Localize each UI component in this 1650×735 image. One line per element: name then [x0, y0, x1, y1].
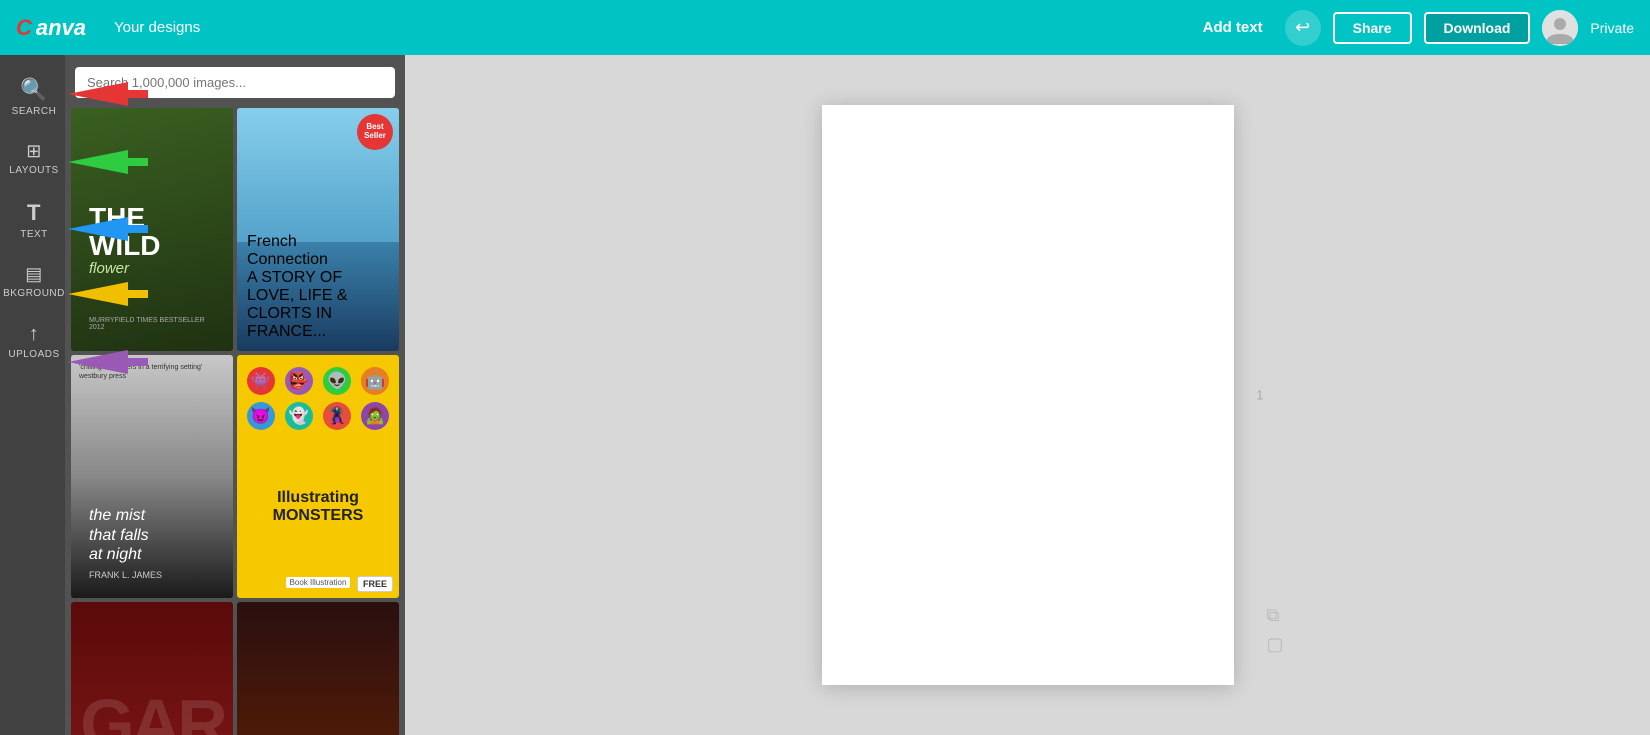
canvas-corner-icons: ⧉ ▢ [1266, 605, 1283, 655]
monster-5: 😈 [247, 402, 275, 430]
canvas-area: 1 ⧉ ▢ [405, 55, 1650, 735]
text-icon: T [27, 200, 41, 226]
download-button[interactable]: Download [1424, 12, 1531, 44]
header: Canva Your designs Add text ↩ Share Down… [0, 0, 1650, 55]
search-icon: 🔍 [20, 77, 48, 103]
template-card-mist[interactable]: 'chilling characters in a terrifying set… [71, 355, 233, 598]
arrow-search [68, 80, 148, 108]
sidebar-label-bkground: BKGROUND [3, 288, 65, 299]
template-card-french[interactable]: BestSeller FrenchConnection A STORY OF L… [237, 108, 399, 351]
sidebar: 🔍 SEARCH ⊞ LAYOUTS T TEXT ▤ BKGROUND ↑ U… [0, 55, 65, 735]
canvas-page [822, 105, 1234, 685]
arrow-bkground [68, 280, 148, 308]
bkground-icon: ▤ [25, 264, 43, 285]
copy-icon[interactable]: ⧉ [1266, 605, 1283, 626]
monsters-subtitle: Book Illustration [286, 577, 351, 588]
mist-title: the mistthat fallsat night [89, 506, 215, 564]
templates-grid: THEWILD flower MURRYFIELD TIMES BESTSELL… [65, 108, 405, 735]
sidebar-label-search: SEARCH [12, 106, 57, 117]
logo-c: C [16, 15, 32, 41]
private-label: Private [1590, 20, 1634, 36]
monsters-grid: 👾 👺 👽 🤖 😈 👻 🦹 🧟 [243, 365, 393, 432]
monster-2: 👺 [285, 367, 313, 395]
logo-text: anva [36, 15, 86, 41]
arrow-layouts [68, 148, 148, 176]
delete-icon[interactable]: ▢ [1266, 634, 1283, 655]
wild-flower-byline: MURRYFIELD TIMES BESTSELLER 2012 [89, 317, 215, 331]
upload-icon: ↑ [29, 323, 40, 346]
sidebar-item-layouts[interactable]: ⊞ LAYOUTS [0, 129, 65, 188]
monster-4: 🤖 [361, 367, 389, 395]
french-subtitle: A STORY OF LOVE, LIFE & CLORTS IN FRANCE… [247, 269, 389, 341]
template-card-marriage[interactable]: A STORY OF MARRIAGE [237, 602, 399, 735]
avatar [1542, 10, 1578, 46]
monster-1: 👾 [247, 367, 275, 395]
mist-author: FRANK L. JAMES [89, 570, 215, 580]
sidebar-item-uploads[interactable]: ↑ UPLOADS [0, 311, 65, 372]
sidebar-label-layouts: LAYOUTS [9, 165, 58, 176]
add-text-button[interactable]: Add text [1193, 13, 1273, 42]
template-card-gar[interactable]: GAR – A NOVEL – [71, 602, 233, 735]
sidebar-item-search[interactable]: 🔍 SEARCH [0, 65, 65, 129]
wild-flower-subtitle: flower [89, 260, 215, 277]
monster-8: 🧟 [361, 402, 389, 430]
undo-button[interactable]: ↩ [1285, 10, 1321, 46]
monster-3: 👽 [323, 367, 351, 395]
share-button[interactable]: Share [1333, 12, 1412, 44]
page-number: 1 [1256, 388, 1263, 403]
bestseller-badge: BestSeller [357, 114, 393, 150]
page-title: Your designs [114, 19, 200, 36]
sidebar-label-uploads: UPLOADS [8, 349, 59, 360]
logo: Canva [16, 15, 86, 41]
gar-bg-text: GAR [80, 684, 224, 735]
sidebar-item-text[interactable]: T TEXT [0, 188, 65, 252]
arrow-text [68, 215, 148, 243]
free-badge: FREE [357, 576, 393, 592]
monster-6: 👻 [285, 402, 313, 430]
sidebar-label-text: TEXT [20, 229, 48, 240]
template-card-monsters[interactable]: 👾 👺 👽 🤖 😈 👻 🦹 🧟 IllustratingMONSTERS Boo… [237, 355, 399, 598]
sidebar-item-bkground[interactable]: ▤ BKGROUND [0, 252, 65, 311]
layouts-icon: ⊞ [26, 141, 42, 162]
arrow-uploads [68, 348, 148, 376]
monsters-title: IllustratingMONSTERS [273, 489, 364, 525]
french-title: FrenchConnection [247, 233, 389, 269]
monster-7: 🦹 [323, 402, 351, 430]
